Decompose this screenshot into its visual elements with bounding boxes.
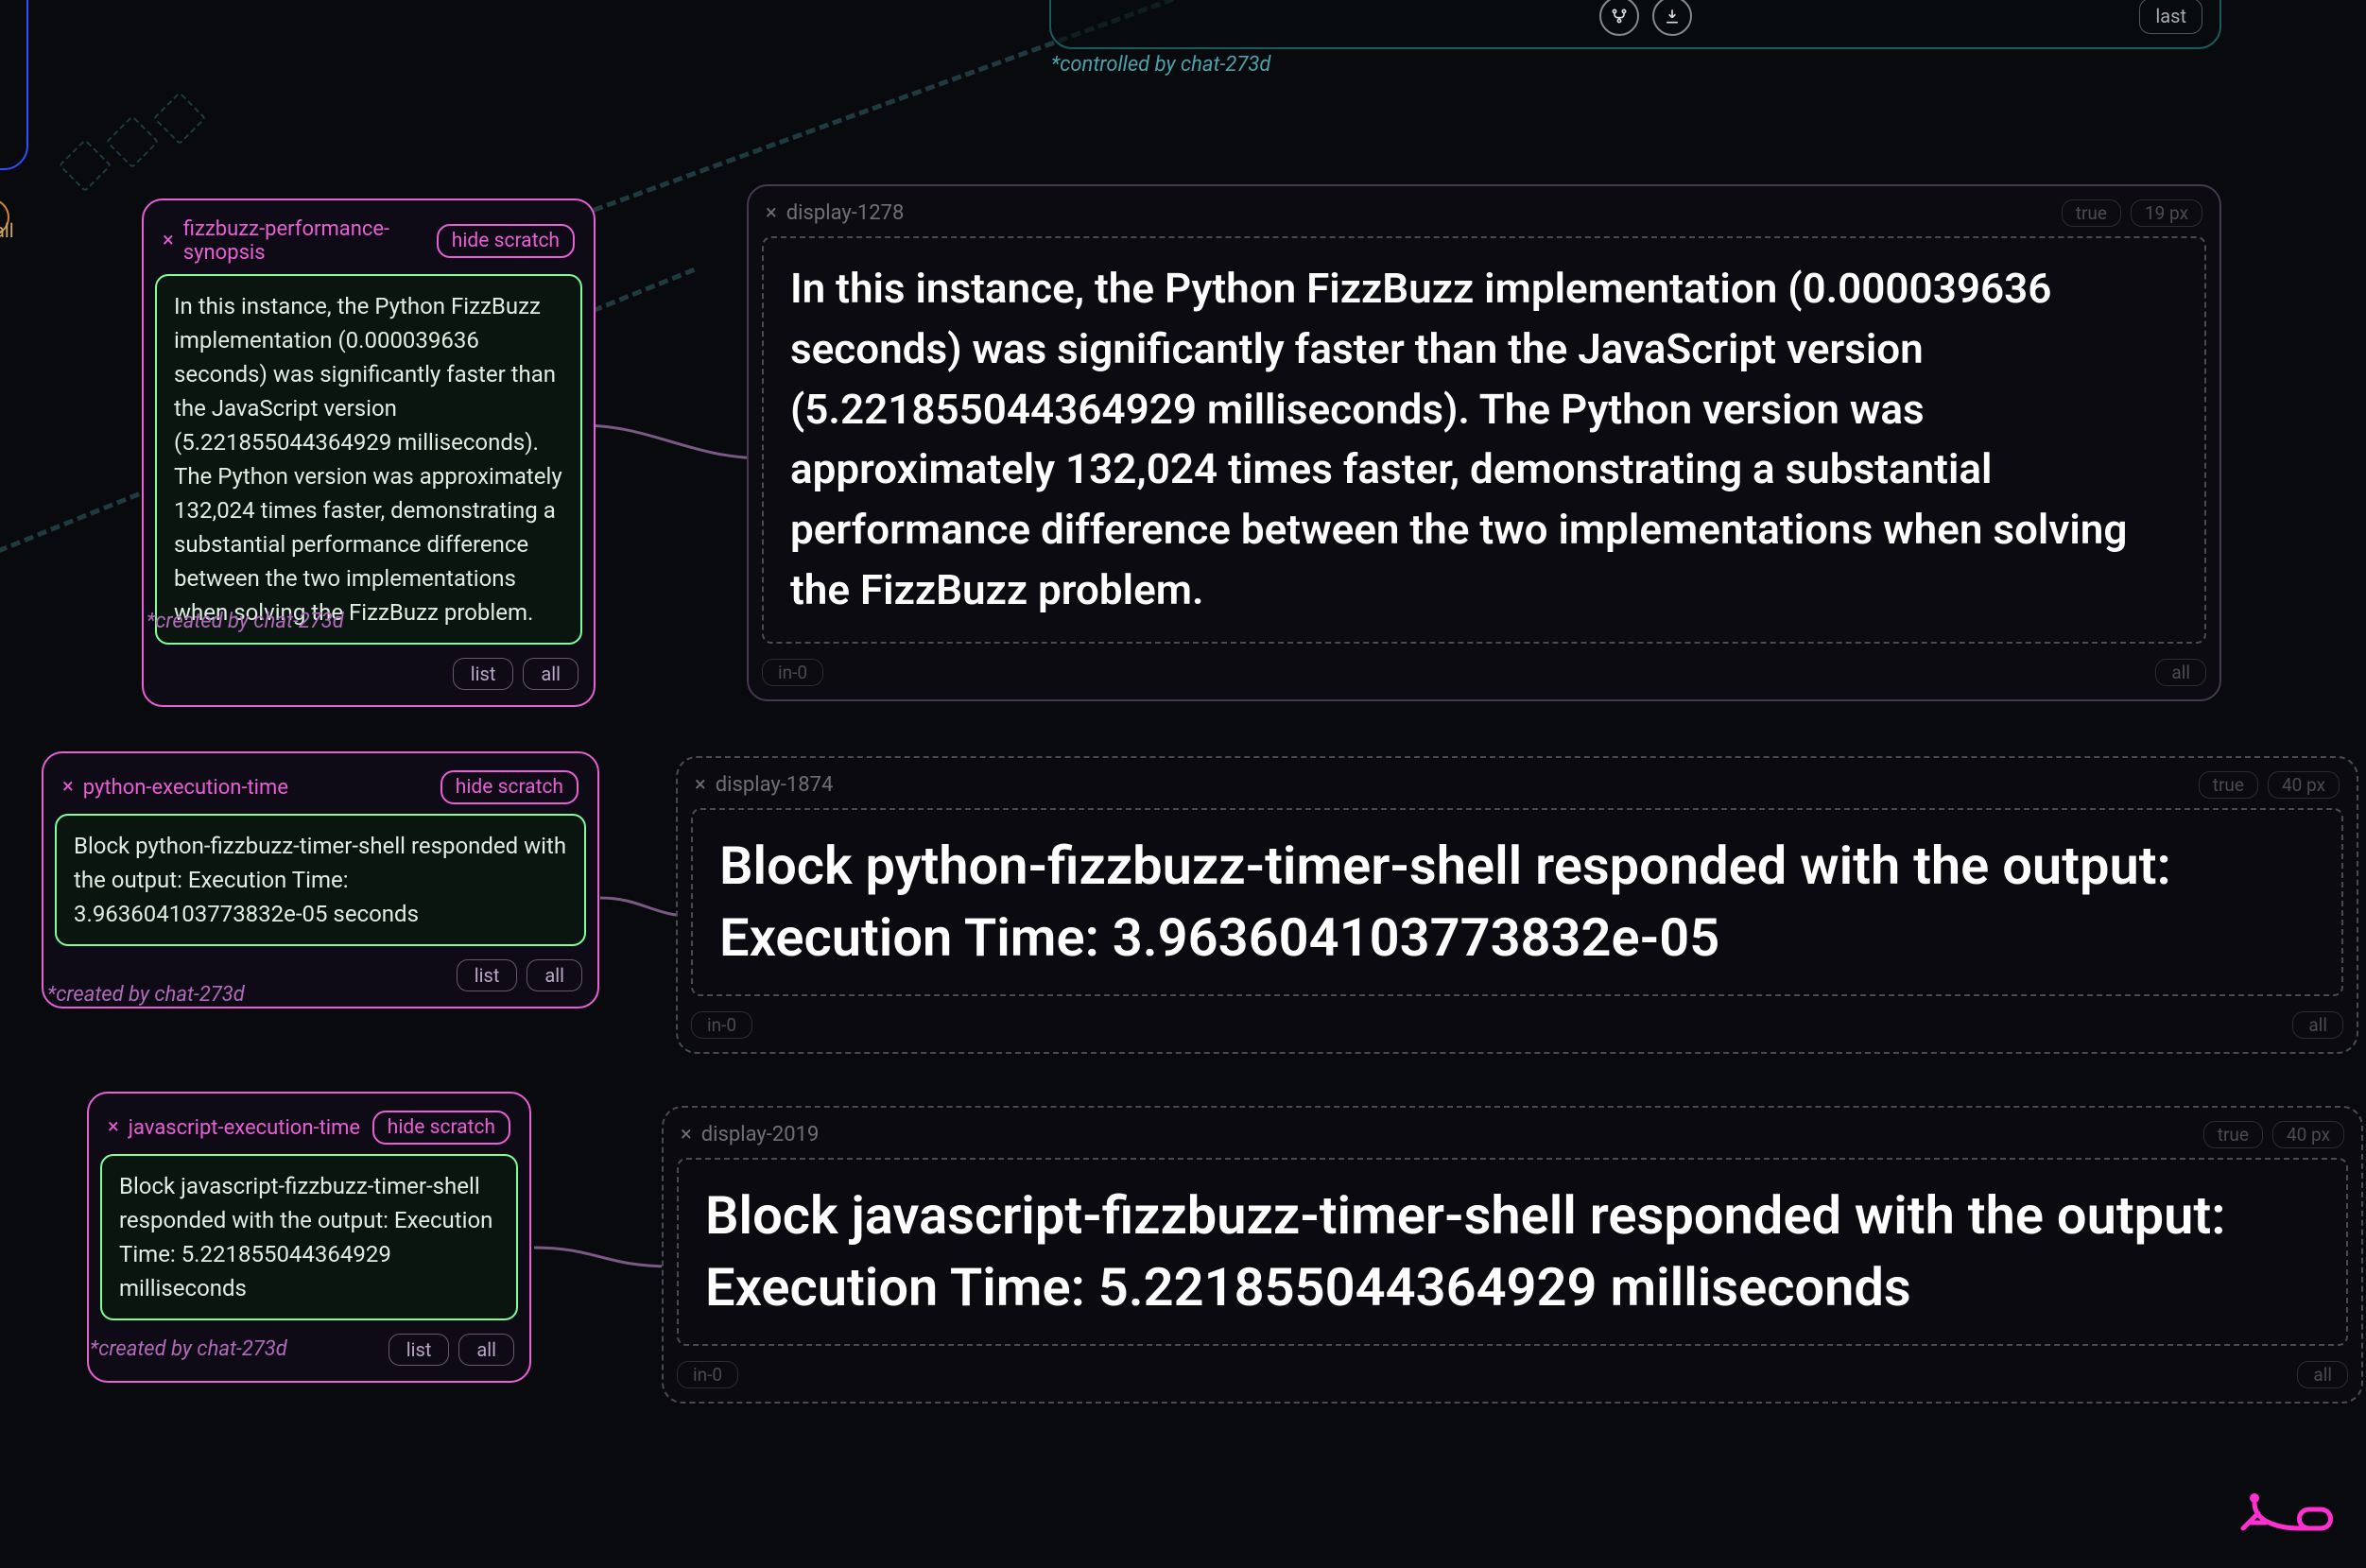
scratch-title: fizzbuzz-performance-synopsis (183, 217, 427, 265)
all-chip[interactable]: all (2297, 1361, 2348, 1388)
scratch-body: Block python-fizzbuzz-timer-shell respon… (55, 814, 586, 946)
px-chip[interactable]: 40 px (2272, 1121, 2344, 1148)
display-card-javascript[interactable]: × display-2019 true 40 px Block javascri… (662, 1106, 2363, 1404)
last-button[interactable]: last (2139, 0, 2202, 34)
hide-scratch-button[interactable]: hide scratch (372, 1111, 510, 1145)
created-by-caption: *created by chat-273d (90, 1337, 287, 1361)
in-port[interactable]: in-0 (762, 659, 823, 686)
true-chip[interactable]: true (2203, 1121, 2263, 1148)
partial-all-label: all (0, 219, 14, 242)
close-icon[interactable]: × (108, 1117, 119, 1138)
display-card-python[interactable]: × display-1874 true 40 px Block python-f… (676, 756, 2358, 1054)
created-by-caption: *created by chat-273d (147, 610, 344, 633)
scratch-card-python[interactable]: × python-execution-time hide scratch Blo… (42, 751, 599, 1008)
all-chip[interactable]: all (458, 1334, 514, 1366)
display-title: display-2019 (701, 1123, 2194, 1146)
all-chip[interactable]: all (527, 959, 582, 991)
hide-scratch-button[interactable]: hide scratch (437, 224, 575, 258)
display-body: In this instance, the Python FizzBuzz im… (762, 236, 2206, 644)
close-icon[interactable]: × (681, 1123, 692, 1146)
close-icon[interactable]: × (695, 773, 706, 797)
hide-scratch-button[interactable]: hide scratch (440, 770, 579, 804)
scratch-title: javascript-execution-time (129, 1116, 363, 1140)
close-icon[interactable]: × (766, 201, 777, 225)
true-chip[interactable]: true (2062, 199, 2121, 227)
canvas[interactable]: all last *controlled by chat-273d (0, 0, 2366, 1568)
partial-node-blue[interactable] (0, 0, 28, 170)
bg-dash-box (153, 92, 207, 146)
scratch-body: In this instance, the Python FizzBuzz im… (155, 274, 582, 645)
chat-panel[interactable]: last (1049, 0, 2221, 49)
px-chip[interactable]: 40 px (2268, 771, 2340, 799)
in-port[interactable]: in-0 (677, 1361, 738, 1388)
controlled-by-caption: *controlled by chat-273d (1051, 53, 1270, 77)
display-body: Block python-fizzbuzz-timer-shell respon… (691, 808, 2343, 996)
display-title: display-1874 (716, 773, 2189, 797)
app-logo-icon (2236, 1481, 2340, 1542)
display-body: Block javascript-fizzbuzz-timer-shell re… (677, 1158, 2348, 1346)
connector-line (529, 1229, 681, 1285)
display-title: display-1278 (786, 201, 2052, 225)
all-chip[interactable]: all (2292, 1011, 2343, 1039)
download-icon[interactable] (1652, 0, 1692, 36)
list-chip[interactable]: list (389, 1334, 450, 1366)
px-chip[interactable]: 19 px (2131, 199, 2202, 227)
close-icon[interactable]: × (163, 231, 174, 251)
bg-dash-box (106, 115, 160, 169)
created-by-caption: *created by chat-273d (47, 983, 245, 1007)
list-chip[interactable]: list (453, 658, 514, 690)
bg-dash-box (59, 139, 112, 193)
close-icon[interactable]: × (62, 777, 74, 798)
true-chip[interactable]: true (2199, 771, 2258, 799)
fork-icon[interactable] (1599, 0, 1639, 36)
scratch-title: python-execution-time (83, 776, 431, 800)
scratch-body: Block javascript-fizzbuzz-timer-shell re… (100, 1154, 518, 1320)
display-card-synopsis[interactable]: × display-1278 true 19 px In this instan… (747, 184, 2221, 701)
all-chip[interactable]: all (523, 658, 579, 690)
in-port[interactable]: in-0 (691, 1011, 752, 1039)
list-chip[interactable]: list (457, 959, 518, 991)
all-chip[interactable]: all (2155, 659, 2206, 686)
